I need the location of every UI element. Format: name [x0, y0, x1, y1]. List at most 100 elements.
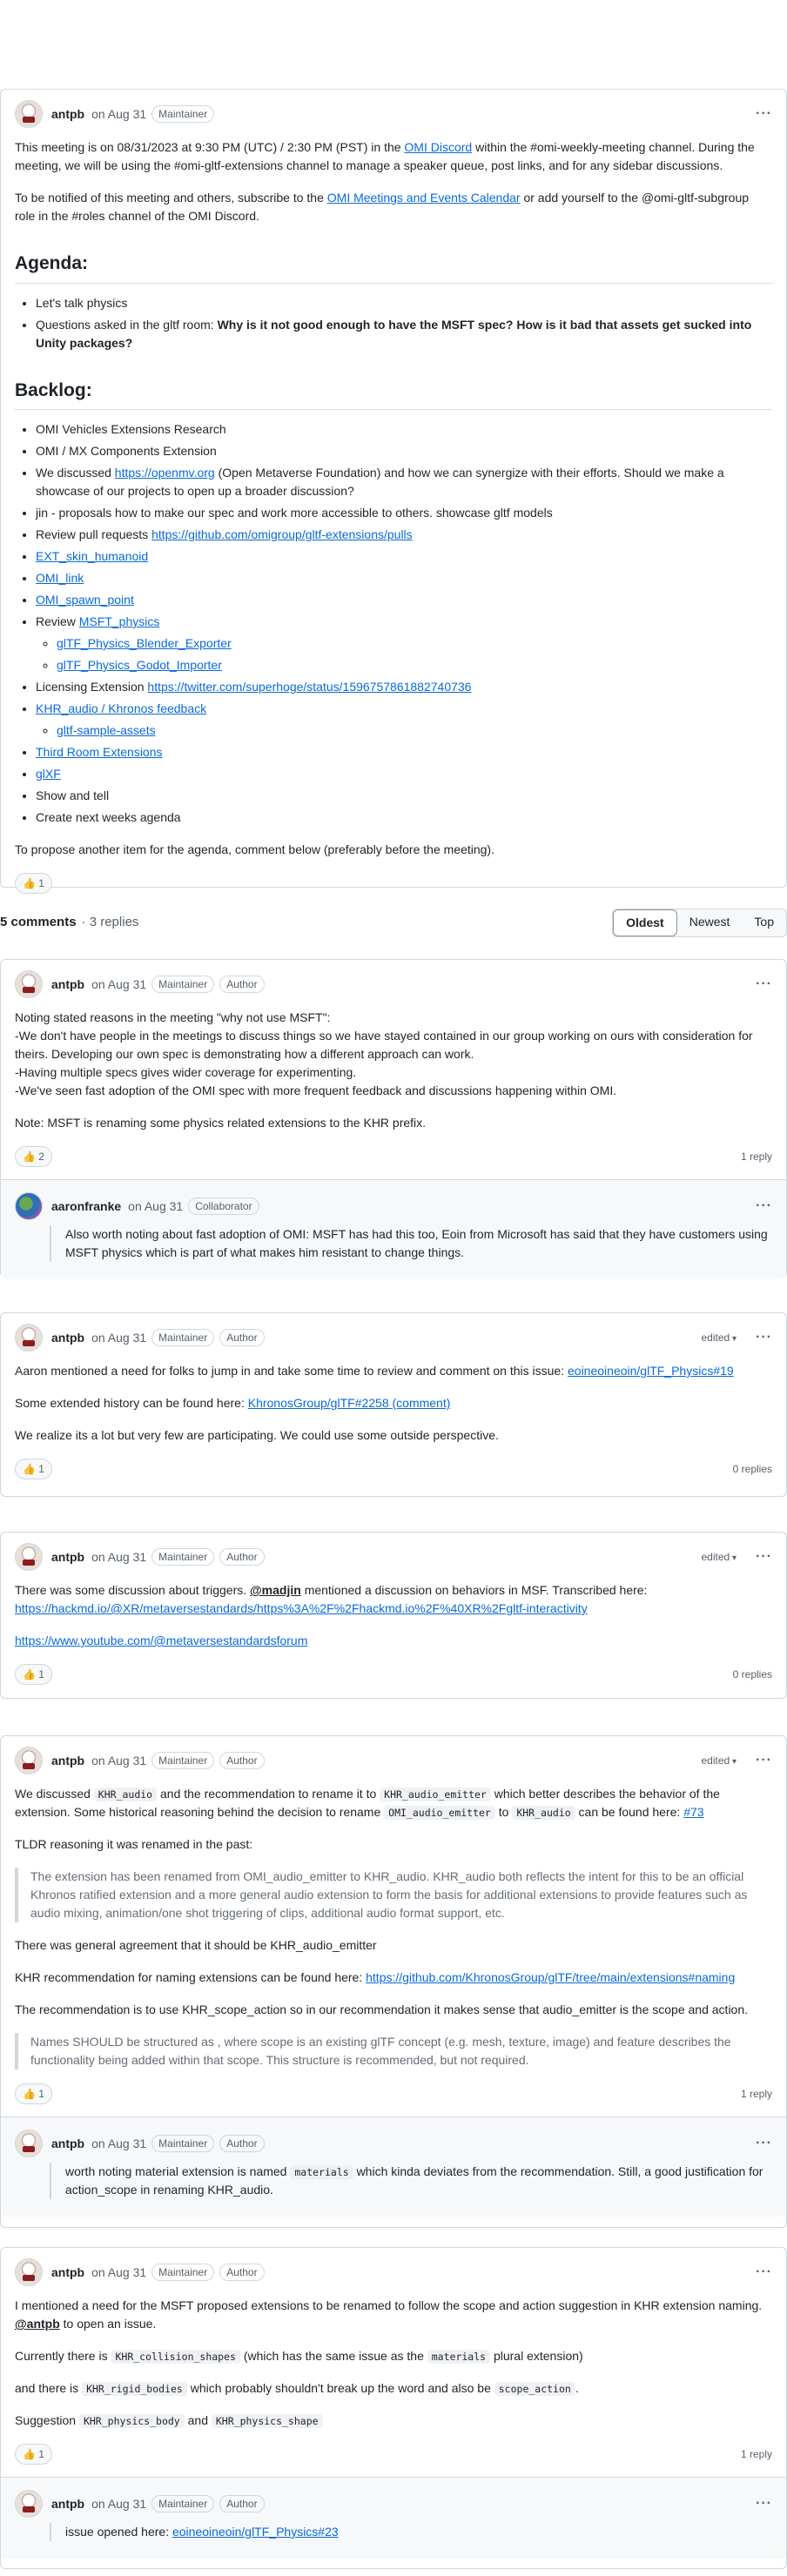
reply-card: antpb on Aug 31 Maintainer Author ··· wo…	[1, 2116, 786, 2217]
pull-requests-link[interactable]: https://github.com/omigroup/gltf-extensi…	[151, 527, 413, 541]
sample-assets-link[interactable]: gltf-sample-assets	[57, 723, 156, 737]
comment-date[interactable]: on Aug 31	[91, 1548, 146, 1566]
avatar[interactable]	[15, 970, 43, 998]
comment-date[interactable]: on Aug 31	[91, 1752, 146, 1770]
reply-card: antpb on Aug 31 Maintainer Author ··· is…	[1, 2477, 786, 2559]
omi-discord-link[interactable]: OMI Discord	[404, 140, 472, 154]
maintainer-badge: Maintainer	[151, 2135, 215, 2152]
edited-dropdown[interactable]: edited	[702, 1549, 737, 1565]
issue-23-link[interactable]: eoineoineoin/glTF_Physics#23	[172, 2525, 339, 2539]
kebab-menu-icon[interactable]: ···	[756, 1327, 772, 1348]
reply-date[interactable]: on Aug 31	[128, 1197, 183, 1216]
post-paragraph: This meeting is on 08/31/2023 at 9:30 PM…	[15, 140, 755, 172]
list-item: Third Room Extensions	[36, 743, 772, 761]
kebab-menu-icon[interactable]: ···	[756, 1750, 772, 1771]
author-name[interactable]: antpb	[51, 1548, 84, 1566]
list-item: Questions asked in the gltf room: Why is…	[36, 316, 772, 352]
thumbs-up-reaction[interactable]: 👍 1	[15, 1664, 52, 1685]
comment-date[interactable]: on Aug 31	[91, 976, 146, 994]
khr-audio-link[interactable]: KHR_audio / Khronos feedback	[36, 701, 206, 715]
thumbs-up-reaction[interactable]: 👍 1	[15, 2083, 52, 2104]
avatar[interactable]	[15, 1747, 43, 1774]
author-name[interactable]: antpb	[51, 976, 84, 994]
twitter-link[interactable]: https://twitter.com/superhoge/status/159…	[147, 680, 471, 694]
collaborator-badge: Collaborator	[188, 1197, 259, 1215]
youtube-link[interactable]: https://www.youtube.com/@metaversestanda…	[15, 1633, 307, 1647]
mention-link[interactable]: @antpb	[15, 2317, 60, 2331]
list-item: We discussed https://openmv.org (Open Me…	[36, 464, 772, 500]
reply-date[interactable]: on Aug 31	[91, 2135, 146, 2153]
edited-dropdown[interactable]: edited	[702, 1753, 737, 1768]
third-room-link[interactable]: Third Room Extensions	[36, 745, 163, 759]
omi-link-link[interactable]: OMI_link	[36, 571, 84, 585]
reply-header: antpb on Aug 31 Maintainer Author ···	[15, 2130, 772, 2157]
pr-73-link[interactable]: #73	[683, 1805, 703, 1819]
author-name[interactable]: antpb	[51, 1752, 84, 1770]
maintainer-badge: Maintainer	[151, 1329, 215, 1346]
history-link[interactable]: KhronosGroup/glTF#2258 (comment)	[248, 1396, 451, 1410]
avatar[interactable]	[15, 2490, 43, 2518]
issue-link[interactable]: eoineoineoin/glTF_Physics#19	[568, 1364, 734, 1378]
original-post: antpb on Aug 31 Maintainer ··· This meet…	[0, 89, 787, 894]
author-name[interactable]: antpb	[51, 2135, 84, 2153]
replies-link[interactable]: 1 reply	[741, 1149, 772, 1164]
maintainer-badge: Maintainer	[151, 2264, 215, 2281]
ext-skin-humanoid-link[interactable]: EXT_skin_humanoid	[36, 549, 148, 563]
reply-header: aaronfranke on Aug 31 Collaborator ···	[15, 1192, 772, 1220]
agenda-heading: Agenda:	[15, 250, 772, 284]
sort-newest-button[interactable]: Newest	[677, 909, 743, 936]
comment-paragraph: The recommendation is to use KHR_scope_a…	[15, 2002, 749, 2016]
comment-paragraph: Some extended history can be found here:…	[15, 1396, 451, 1410]
kebab-menu-icon[interactable]: ···	[756, 974, 772, 995]
blender-exporter-link[interactable]: glTF_Physics_Blender_Exporter	[57, 636, 232, 650]
author-badge: Author	[219, 976, 265, 993]
sort-top-button[interactable]: Top	[742, 909, 786, 936]
glxf-link[interactable]: glXF	[36, 767, 61, 781]
kebab-menu-icon[interactable]: ···	[756, 2493, 772, 2514]
hackmd-link[interactable]: https://hackmd.io/@XR/metaversestandards…	[15, 1601, 588, 1615]
closing-paragraph: To propose another item for the agenda, …	[15, 842, 494, 856]
author-name[interactable]: aaronfranke	[51, 1197, 121, 1216]
replies-link[interactable]: 1 reply	[741, 2086, 772, 2102]
calendar-link[interactable]: OMI Meetings and Events Calendar	[327, 191, 521, 205]
openmv-link[interactable]: https://openmv.org	[115, 466, 215, 480]
comment-paragraph: Noting stated reasons in the meeting "wh…	[15, 1010, 753, 1097]
reply-date[interactable]: on Aug 31	[91, 2495, 146, 2513]
kebab-menu-icon[interactable]: ···	[756, 2262, 772, 2283]
comment-date[interactable]: on Aug 31	[91, 1329, 146, 1347]
replies-link[interactable]: 0 replies	[733, 1461, 772, 1477]
avatar[interactable]	[15, 1543, 43, 1571]
avatar[interactable]	[15, 100, 43, 128]
comment-paragraph: Note: MSFT is renaming some physics rela…	[15, 1116, 427, 1130]
post-header: antpb on Aug 31 Maintainer ···	[1, 90, 786, 138]
replies-link[interactable]: 1 reply	[741, 2446, 772, 2462]
thumbs-up-reaction[interactable]: 👍 1	[15, 873, 52, 894]
author-name[interactable]: antpb	[51, 105, 84, 124]
avatar[interactable]	[15, 2130, 43, 2157]
author-name[interactable]: antpb	[51, 1329, 84, 1347]
godot-importer-link[interactable]: glTF_Physics_Godot_Importer	[57, 658, 222, 672]
thumbs-up-reaction[interactable]: 👍 1	[15, 2444, 52, 2465]
blockquote: Names SHOULD be structured as , where sc…	[15, 2033, 772, 2070]
sort-oldest-button[interactable]: Oldest	[613, 909, 677, 936]
author-name[interactable]: antpb	[51, 2264, 84, 2282]
avatar[interactable]	[15, 1192, 43, 1220]
thumbs-up-reaction[interactable]: 👍 1	[15, 1459, 52, 1479]
mention-link[interactable]: @madjin	[250, 1583, 301, 1597]
comment-date[interactable]: on Aug 31	[91, 2264, 146, 2282]
replies-link[interactable]: 0 replies	[733, 1667, 772, 1682]
msft-physics-link[interactable]: MSFT_physics	[79, 614, 160, 628]
kebab-menu-icon[interactable]: ···	[756, 1546, 772, 1567]
kebab-menu-icon[interactable]: ···	[756, 2133, 772, 2154]
kebab-menu-icon[interactable]: ···	[756, 104, 772, 124]
thumbs-up-reaction[interactable]: 👍 2	[15, 1146, 52, 1167]
avatar[interactable]	[15, 1324, 43, 1352]
post-date[interactable]: on Aug 31	[91, 105, 146, 124]
omi-spawn-point-link[interactable]: OMI_spawn_point	[36, 593, 134, 607]
kebab-menu-icon[interactable]: ···	[756, 1196, 772, 1217]
list-item: jin - proposals how to make our spec and…	[36, 504, 772, 522]
naming-link[interactable]: https://github.com/KhronosGroup/glTF/tre…	[366, 1970, 735, 1984]
edited-dropdown[interactable]: edited	[702, 1330, 737, 1345]
avatar[interactable]	[15, 2258, 43, 2286]
author-name[interactable]: antpb	[51, 2495, 84, 2513]
